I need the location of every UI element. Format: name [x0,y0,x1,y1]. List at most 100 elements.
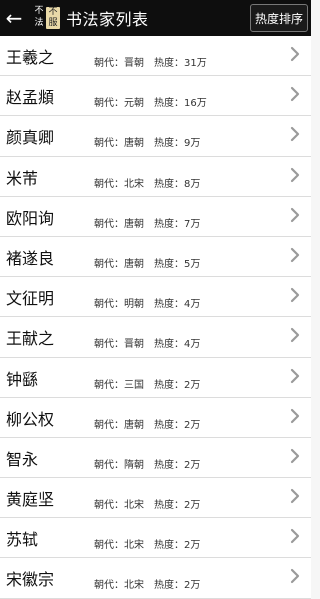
heat-value: 9万 [184,138,201,150]
calligrapher-name: 黄庭坚 [6,490,55,510]
list-item[interactable]: 文征明 朝代：明朝 热度：4万 [0,277,311,318]
dynasty-value: 元朝 [124,98,144,110]
heat-value: 2万 [184,500,201,512]
item-meta: 朝代：北宋 热度：2万 [94,536,200,551]
dynasty-value: 唐朝 [124,419,144,431]
calligrapher-name: 褚遂良 [6,248,55,268]
heat-value: 2万 [184,419,201,431]
chevron-right-icon [290,167,300,182]
chevron-right-icon [290,408,300,423]
heat-value: 31万 [184,58,207,69]
list-item[interactable]: 钟繇朝代：三国 热度：2万 [0,357,311,398]
app-logo: 不法 不服 [32,3,62,33]
heat-label: 热度： [154,98,184,110]
dynasty-label: 朝代： [94,58,124,69]
heat-label: 热度： [154,299,184,311]
logo-ink-text: 不法 [34,6,44,28]
heat-value: 2万 [184,540,201,552]
heat-label: 热度： [154,138,184,150]
heat-value: 7万 [184,218,201,230]
dynasty-value: 晋朝 [124,339,144,351]
dynasty-label: 朝代： [94,339,124,351]
dynasty-value: 北宋 [124,540,144,552]
heat-label: 热度： [154,379,184,391]
dynasty-value: 晋朝 [124,58,144,69]
chevron-right-icon [290,207,300,222]
calligrapher-list: 王羲之 朝代：晋朝 热度：31万 赵孟頫 朝代：元朝 热度：16万 颜真卿 朝代：唐朝 热度：9… [0,36,311,599]
heat-label: 热度： [154,540,184,552]
list-item[interactable]: 赵孟頫 朝代：元朝 热度：16万 [0,76,311,117]
dynasty-label: 朝代： [94,459,124,471]
list-item[interactable]: 颜真卿朝代：唐朝 热度：9万 [0,116,311,157]
calligrapher-name: 钟繇 [6,369,39,389]
dynasty-label: 朝代： [94,138,124,150]
calligrapher-name: 宋徽宗 [6,570,55,590]
heat-value: 8万 [184,178,201,190]
dynasty-label: 朝代： [94,178,124,190]
item-meta: 朝代：明朝 热度：4万 [94,295,200,310]
chevron-right-icon [290,488,300,504]
list-item[interactable]: 苏轼 朝代：北宋 热度：2万 [0,518,311,559]
heat-label: 热度： [154,459,184,471]
chevron-right-icon [290,529,300,544]
item-meta: 朝代：元朝 热度：16万 [94,94,207,109]
item-meta: 朝代：北宋 热度：2万 [94,576,200,591]
item-meta: 朝代：唐朝 热度：2万 [94,416,200,431]
chevron-right-icon [290,328,300,343]
item-meta: 朝代：隋朝 热度：2万 [94,456,200,471]
chevron-right-icon [290,368,300,383]
chevron-right-icon [290,247,300,263]
heat-value: 2万 [184,379,201,391]
item-meta: 朝代：北宋 热度：2万 [94,496,200,511]
logo-seal: 不服 [46,7,60,29]
heat-label: 热度： [154,500,184,512]
calligrapher-name: 王羲之 [6,48,55,67]
dynasty-value: 北宋 [124,178,144,190]
list-item[interactable]: 宋徽宗 朝代：北宋 热度：2万 [0,558,311,599]
calligrapher-name: 文征明 [6,289,55,309]
page-title: 书法家列表 [66,10,149,29]
chevron-right-icon [290,127,300,142]
back-button[interactable]: ← [0,0,28,36]
heat-value: 2万 [184,459,201,471]
list-item[interactable]: 王羲之 朝代：晋朝 热度：31万 [0,36,311,77]
heat-label: 热度： [154,178,184,190]
heat-label: 热度： [154,218,184,230]
app-bar: ← 不法 不服 书法家列表 热度排序 [0,0,311,36]
dynasty-label: 朝代： [94,218,124,230]
heat-label: 热度： [154,339,184,351]
calligrapher-name: 苏轼 [6,530,39,550]
list-item[interactable]: 黄庭坚 朝代：北宋 热度：2万 [0,478,311,519]
dynasty-value: 唐朝 [124,218,144,230]
list-item[interactable]: 欧阳询 朝代：唐朝 热度：7万 [0,196,311,237]
list-item[interactable]: 褚遂良 朝代：唐朝 热度：5万 [0,236,311,278]
heat-label: 热度： [154,419,184,431]
item-meta: 朝代：唐朝 热度：7万 [94,215,200,230]
chevron-right-icon [290,87,300,102]
dynasty-label: 朝代： [94,379,124,391]
dynasty-value: 隋朝 [124,459,144,471]
calligrapher-name: 颜真卿 [6,128,55,148]
item-meta: 朝代：北宋 热度：8万 [94,175,200,190]
list-item[interactable]: 王献之 朝代：晋朝 热度：4万 [0,317,311,358]
heat-value: 5万 [184,258,201,270]
heat-value: 4万 [184,299,201,311]
calligrapher-name: 智永 [6,449,39,469]
sort-by-heat-button[interactable]: 热度排序 [250,4,308,32]
dynasty-value: 北宋 [124,500,144,512]
chevron-right-icon [290,46,300,62]
dynasty-label: 朝代： [94,500,124,512]
dynasty-value: 唐朝 [124,138,144,150]
list-item[interactable]: 柳公权 朝代：唐朝 热度：2万 [0,397,311,438]
chevron-right-icon [290,569,300,584]
dynasty-label: 朝代： [94,258,124,270]
list-item[interactable]: 米芾 朝代：北宋 热度：8万 [0,156,311,197]
dynasty-label: 朝代： [94,419,124,431]
heat-value: 4万 [184,339,201,351]
dynasty-value: 三国 [124,379,144,391]
list-item[interactable]: 智永 朝代：隋朝 热度：2万 [0,437,311,479]
calligrapher-name: 赵孟頫 [6,88,55,108]
heat-label: 热度： [154,58,184,69]
dynasty-label: 朝代： [94,540,124,552]
item-meta: 朝代：晋朝 热度：31万 [94,54,207,69]
